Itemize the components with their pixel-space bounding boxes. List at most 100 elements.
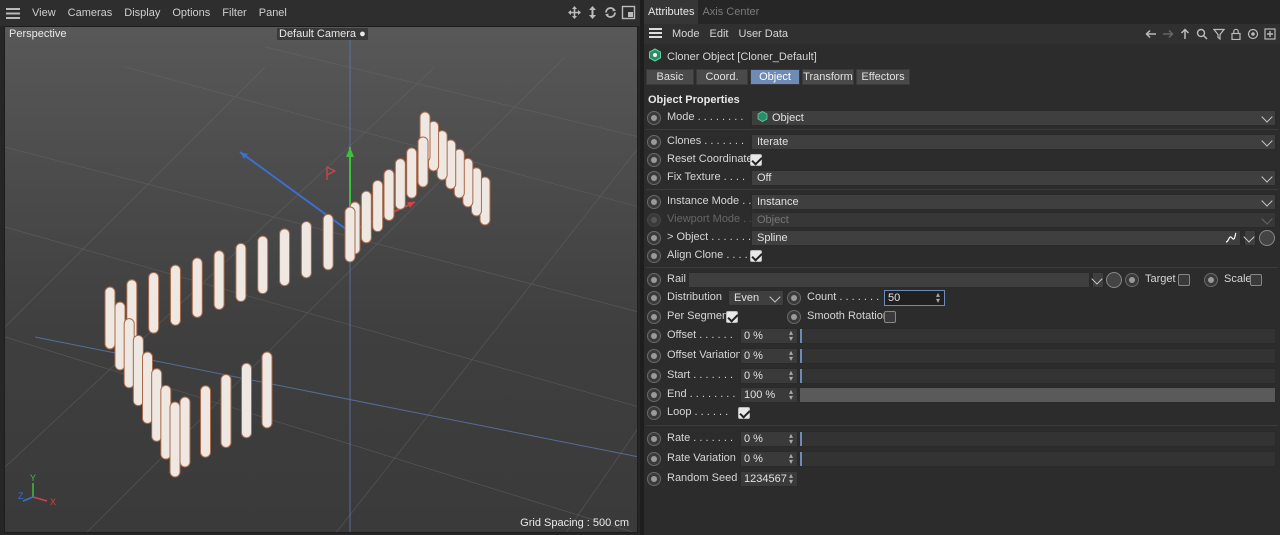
menu-display[interactable]: Display bbox=[118, 7, 166, 19]
offset-variation-input[interactable]: 0 % ▴ ▾ bbox=[740, 348, 798, 364]
forward-arrow-icon[interactable] bbox=[1162, 28, 1174, 40]
rate-input[interactable]: 0 % ▴ ▾ bbox=[740, 431, 798, 447]
menu-user-data[interactable]: User Data bbox=[734, 28, 794, 40]
up-arrow-icon[interactable] bbox=[1179, 28, 1191, 40]
end-input[interactable]: 100 % ▴ ▾ bbox=[740, 387, 798, 403]
animate-toggle[interactable] bbox=[647, 153, 661, 167]
menu-options[interactable]: Options bbox=[166, 7, 216, 19]
offset-slider[interactable] bbox=[799, 328, 1276, 344]
tab-axis-center[interactable]: Axis Center bbox=[698, 0, 763, 24]
distribution-dropdown[interactable]: Even bbox=[728, 290, 784, 306]
animate-toggle[interactable] bbox=[1125, 273, 1139, 287]
tab-attributes[interactable]: Attributes bbox=[644, 0, 699, 24]
projection-label[interactable]: Perspective bbox=[9, 28, 66, 40]
search-icon[interactable] bbox=[1196, 28, 1208, 40]
offset-input[interactable]: 0 % ▴ ▾ bbox=[740, 328, 798, 344]
align-clone-checkbox[interactable] bbox=[750, 250, 762, 262]
clone-cylinder bbox=[104, 286, 116, 350]
chevron-down-icon bbox=[1243, 231, 1255, 243]
animate-toggle[interactable] bbox=[647, 349, 661, 363]
animate-toggle[interactable] bbox=[647, 171, 661, 185]
start-input[interactable]: 0 % ▴ ▾ bbox=[740, 368, 798, 384]
mode-label: Mode . . . . . . . . bbox=[667, 111, 744, 123]
menu-filter[interactable]: Filter bbox=[216, 7, 252, 19]
animate-toggle[interactable] bbox=[647, 111, 661, 125]
target-checkbox[interactable] bbox=[1178, 274, 1190, 286]
animate-toggle[interactable] bbox=[647, 406, 661, 420]
scale-checkbox[interactable] bbox=[1250, 274, 1262, 286]
animate-toggle[interactable] bbox=[647, 231, 661, 245]
move-view-icon[interactable] bbox=[567, 5, 582, 20]
clones-dropdown[interactable]: Iterate bbox=[751, 134, 1276, 150]
object-link-field[interactable]: Spline bbox=[751, 230, 1241, 246]
animate-toggle[interactable] bbox=[647, 135, 661, 149]
animate-toggle[interactable] bbox=[647, 388, 661, 402]
filter-icon[interactable] bbox=[1212, 28, 1226, 41]
3d-viewport[interactable]: Z Y X Perspective Default Camera ● Grid … bbox=[4, 26, 638, 533]
pick-rail-icon[interactable] bbox=[1106, 272, 1122, 288]
rate-variation-slider[interactable] bbox=[799, 451, 1276, 467]
new-panel-icon[interactable] bbox=[1264, 28, 1276, 40]
rail-link-field[interactable] bbox=[688, 272, 1090, 288]
subtab-basic[interactable]: Basic bbox=[646, 69, 694, 85]
animate-toggle[interactable] bbox=[1204, 273, 1218, 287]
hamburger-menu-icon[interactable] bbox=[644, 27, 667, 41]
random-seed-input[interactable]: 1234567 ▴ ▾ bbox=[740, 471, 798, 487]
animate-toggle[interactable] bbox=[647, 291, 661, 305]
per-segment-checkbox[interactable] bbox=[726, 311, 738, 323]
stepper-icon[interactable]: ▴ ▾ bbox=[787, 432, 795, 446]
rotate-view-icon[interactable] bbox=[603, 5, 618, 20]
animate-toggle[interactable] bbox=[647, 249, 661, 263]
lock-icon[interactable] bbox=[1230, 28, 1242, 41]
camera-label[interactable]: Default Camera ● bbox=[277, 28, 368, 40]
animate-toggle[interactable] bbox=[787, 291, 801, 305]
smooth-rotation-checkbox[interactable] bbox=[884, 311, 896, 323]
animate-toggle[interactable] bbox=[647, 369, 661, 383]
menu-edit[interactable]: Edit bbox=[705, 28, 734, 40]
attributes-tabbar: Attributes Axis Center bbox=[644, 0, 1280, 24]
stepper-icon[interactable]: ▴ ▾ bbox=[787, 388, 795, 402]
reset-coordinates-checkbox[interactable] bbox=[750, 154, 762, 166]
animate-toggle[interactable] bbox=[647, 273, 661, 287]
menu-cameras[interactable]: Cameras bbox=[62, 7, 119, 19]
menu-mode[interactable]: Mode bbox=[667, 28, 705, 40]
stepper-icon[interactable]: ▴ ▾ bbox=[787, 369, 795, 383]
subtab-coord[interactable]: Coord. bbox=[696, 69, 748, 85]
target-icon[interactable] bbox=[1247, 28, 1259, 40]
rail-link-menu[interactable] bbox=[1091, 272, 1104, 288]
count-input[interactable]: 50 ▴ ▾ bbox=[884, 290, 945, 306]
hamburger-menu-icon[interactable] bbox=[0, 0, 26, 26]
fix-texture-dropdown[interactable]: Off bbox=[751, 170, 1276, 186]
animate-toggle[interactable] bbox=[647, 329, 661, 343]
start-slider[interactable] bbox=[799, 368, 1276, 384]
offset-variation-slider[interactable] bbox=[799, 348, 1276, 364]
object-link-menu[interactable] bbox=[1243, 230, 1256, 246]
animate-toggle[interactable] bbox=[787, 310, 801, 324]
stepper-icon[interactable]: ▴ ▾ bbox=[934, 291, 942, 305]
subtab-object[interactable]: Object bbox=[750, 69, 800, 85]
stepper-icon[interactable]: ▴ ▾ bbox=[787, 472, 795, 486]
stepper-icon[interactable]: ▴ ▾ bbox=[787, 329, 795, 343]
subtab-transform[interactable]: Transform bbox=[802, 69, 854, 85]
end-slider[interactable] bbox=[799, 387, 1276, 403]
rate-variation-input[interactable]: 0 % ▴ ▾ bbox=[740, 451, 798, 467]
rate-slider[interactable] bbox=[799, 431, 1276, 447]
menu-view[interactable]: View bbox=[26, 7, 62, 19]
loop-checkbox[interactable] bbox=[738, 407, 750, 419]
animate-toggle[interactable] bbox=[647, 452, 661, 466]
pick-object-icon[interactable] bbox=[1259, 230, 1275, 246]
mode-dropdown[interactable]: Object bbox=[751, 110, 1276, 126]
expand-arrow-icon[interactable]: > bbox=[667, 231, 673, 243]
stepper-icon[interactable]: ▴ ▾ bbox=[787, 452, 795, 466]
stepper-icon[interactable]: ▴ ▾ bbox=[787, 349, 795, 363]
instance-mode-dropdown[interactable]: Instance bbox=[751, 194, 1276, 210]
subtab-effectors[interactable]: Effectors bbox=[856, 69, 910, 85]
animate-toggle[interactable] bbox=[647, 310, 661, 324]
toggle-layout-icon[interactable] bbox=[621, 5, 636, 20]
animate-toggle[interactable] bbox=[647, 195, 661, 209]
animate-toggle[interactable] bbox=[647, 432, 661, 446]
back-arrow-icon[interactable] bbox=[1145, 28, 1157, 40]
zoom-view-icon[interactable] bbox=[585, 5, 600, 20]
animate-toggle[interactable] bbox=[647, 472, 661, 486]
menu-panel[interactable]: Panel bbox=[253, 7, 293, 19]
